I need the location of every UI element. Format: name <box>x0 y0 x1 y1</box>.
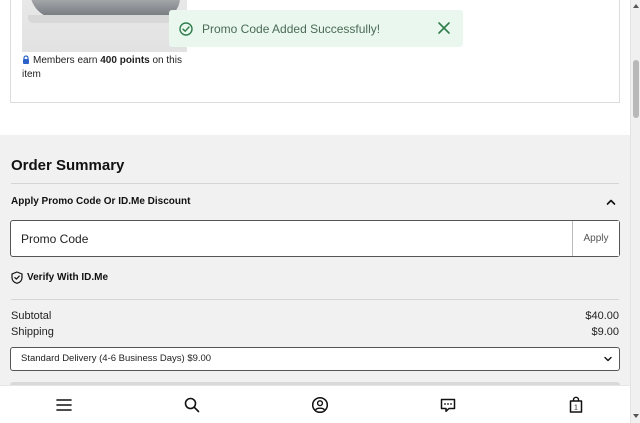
cart-icon: 1 <box>569 396 583 413</box>
page-scrollbar[interactable] <box>630 0 640 423</box>
delivery-method-select[interactable]: Standard Delivery (4-6 Business Days) $9… <box>10 347 620 371</box>
cart-count: 1 <box>574 405 578 412</box>
promo-code-input[interactable] <box>11 221 572 256</box>
scroll-up-arrow-icon[interactable] <box>633 3 639 9</box>
promo-success-toast: Promo Code Added Successfully! <box>169 10 463 47</box>
account-icon[interactable] <box>311 396 329 414</box>
verify-idme-label: Verify With ID.Me <box>27 272 109 283</box>
lock-icon <box>23 55 29 64</box>
promo-toggle[interactable]: Apply Promo Code Or ID.Me Discount <box>11 196 190 207</box>
chevron-up-icon[interactable] <box>605 196 617 208</box>
member-points-note: Members earn 400 points on this item <box>22 54 192 82</box>
points-value: 400 points <box>100 55 150 66</box>
scrollbar-thumb[interactable] <box>633 60 639 118</box>
chat-icon[interactable] <box>439 396 457 414</box>
subtotal-value: $40.00 <box>585 310 619 322</box>
check-circle-icon <box>179 21 193 36</box>
shipping-label: Shipping <box>11 326 54 338</box>
close-icon[interactable] <box>437 21 451 35</box>
delivery-selected-option: Standard Delivery (4-6 Business Days) $9… <box>21 353 212 364</box>
shield-check-icon <box>11 271 23 284</box>
toast-message: Promo Code Added Successfully! <box>202 21 381 36</box>
apply-button[interactable]: Apply <box>572 221 619 256</box>
shoe-sole <box>28 15 184 23</box>
scroll-down-arrow-icon[interactable] <box>633 413 639 419</box>
divider <box>11 299 619 300</box>
subtotal-label: Subtotal <box>11 310 52 322</box>
points-prefix: Members earn <box>33 55 101 66</box>
page-viewport: Members earn 400 points on this item Pro… <box>0 0 630 423</box>
chevron-down-icon <box>604 356 612 362</box>
cart-button[interactable]: 1 <box>567 396 585 414</box>
menu-icon[interactable] <box>55 396 73 414</box>
divider <box>11 183 619 184</box>
order-summary: Order Summary Apply Promo Code Or ID.Me … <box>0 135 630 423</box>
shipping-value: $9.00 <box>591 326 619 338</box>
product-image[interactable] <box>22 0 187 52</box>
promo-code-form: Apply <box>10 220 620 257</box>
order-summary-title: Order Summary <box>11 157 125 174</box>
verify-idme-link[interactable]: Verify With ID.Me <box>11 271 108 284</box>
search-icon[interactable] <box>183 396 201 414</box>
bottom-navigation: 1 <box>0 385 630 423</box>
